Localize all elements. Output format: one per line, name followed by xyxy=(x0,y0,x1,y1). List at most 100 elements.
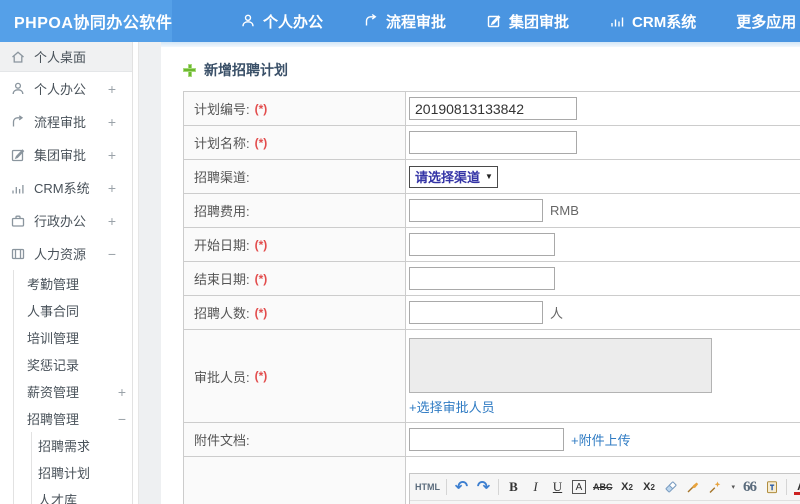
select-approvers-link[interactable]: +选择审批人员 xyxy=(409,397,495,416)
expand-toggle[interactable]: + xyxy=(118,384,126,400)
collapse-toggle[interactable]: − xyxy=(118,411,126,427)
wand-caret-icon[interactable]: ▾ xyxy=(732,483,736,491)
page-body: 个人桌面 个人办公 + 流程审批 + 集团审批 + CRM系统 + 行政办公 +… xyxy=(0,42,800,504)
top-bar: PHPOA协同办公软件 个人办公 流程审批 集团审批 CRM系统 更多应用 xyxy=(0,0,800,42)
sidebar-item-attendance[interactable]: 考勤管理 xyxy=(14,270,132,297)
field-label-cell: 结束日期: (*) xyxy=(184,262,406,295)
required-mark: (*) xyxy=(254,305,268,320)
autotypeset-wand-icon[interactable] xyxy=(708,478,723,497)
sidebar-item-salary[interactable]: 薪资管理 + xyxy=(14,378,132,405)
collapse-toggle[interactable]: − xyxy=(108,246,116,262)
subscript-button[interactable]: X2 xyxy=(642,478,657,497)
font-border-button[interactable]: A xyxy=(572,480,586,494)
field-label-cell: 招聘人数: (*) xyxy=(184,296,406,329)
field-input-cell xyxy=(406,228,800,261)
headcount-input[interactable] xyxy=(409,301,543,324)
field-label-cell: 招聘费用: xyxy=(184,194,406,227)
field-label-cell: 计划编号: (*) xyxy=(184,92,406,125)
sidebar-item-desktop[interactable]: 个人桌面 xyxy=(0,42,132,72)
paste-icon[interactable] xyxy=(764,478,779,497)
approvers-textarea[interactable] xyxy=(409,338,712,393)
field-input-cell xyxy=(406,262,800,295)
expand-toggle[interactable]: + xyxy=(108,213,116,229)
form-row-start-date: 开始日期: (*) xyxy=(184,228,800,262)
nav-crm-system[interactable]: CRM系统 xyxy=(609,11,696,32)
eraser-icon[interactable] xyxy=(664,478,679,497)
toolbar-separator xyxy=(498,479,499,495)
expand-toggle[interactable]: + xyxy=(108,180,116,196)
channel-select[interactable]: 请选择渠道 ▼ xyxy=(409,165,498,188)
field-label: 招聘渠道: xyxy=(194,170,250,185)
page-title-text: 新增招聘计划 xyxy=(204,62,288,78)
underline-button[interactable]: U xyxy=(550,478,565,497)
field-label-cell: 附件文档: xyxy=(184,423,406,456)
format-brush-icon[interactable] xyxy=(686,478,701,497)
sidebar-item-group-approval[interactable]: 集团审批 + xyxy=(0,138,132,171)
attachment-input[interactable] xyxy=(409,428,564,451)
start-date-input[interactable] xyxy=(409,233,555,256)
field-input-cell: HTML ↶ ↷ B I U A ABC X2 X2 ▾ 66 xyxy=(406,457,800,504)
select-caret-icon: ▼ xyxy=(485,172,493,181)
sidebar-item-talent-pool[interactable]: 人才库 xyxy=(32,486,132,504)
fee-unit-label: RMB xyxy=(550,203,579,218)
redo-icon[interactable]: ↷ xyxy=(476,478,491,497)
expand-toggle[interactable]: + xyxy=(108,147,116,163)
sidebar-item-rewards[interactable]: 奖惩记录 xyxy=(14,351,132,378)
blockquote-button[interactable]: 66 xyxy=(742,478,757,497)
sidebar-item-label: 个人桌面 xyxy=(34,50,87,65)
required-mark: (*) xyxy=(254,101,268,116)
field-label: 招聘费用: xyxy=(194,204,250,219)
sidebar-item-recruit-plan[interactable]: 招聘计划 xyxy=(32,459,132,486)
undo-icon[interactable]: ↶ xyxy=(454,478,469,497)
nav-personal-office[interactable]: 个人办公 xyxy=(240,11,323,32)
expand-toggle[interactable]: + xyxy=(108,81,116,97)
superscript-button[interactable]: X2 xyxy=(620,478,635,497)
form-row-plan-no: 计划编号: (*) xyxy=(184,92,800,126)
sidebar-item-label: 集团审批 xyxy=(34,148,87,163)
field-label: 结束日期: xyxy=(194,272,250,287)
nav-group-approval[interactable]: 集团审批 xyxy=(486,11,569,32)
expand-toggle[interactable]: + xyxy=(108,114,116,130)
home-icon xyxy=(10,49,26,65)
sidebar-item-admin-office[interactable]: 行政办公 + xyxy=(0,204,132,237)
form-row-attachment: 附件文档: +附件上传 xyxy=(184,423,800,457)
plan-name-input[interactable] xyxy=(409,131,577,154)
bold-button[interactable]: B xyxy=(506,478,521,497)
sidebar-item-label: 人力资源 xyxy=(34,247,87,262)
field-label-cell: 招聘渠道: xyxy=(184,160,406,193)
fee-input[interactable] xyxy=(409,199,543,222)
attachment-upload-link[interactable]: +附件上传 xyxy=(571,430,631,449)
sidebar-item-training[interactable]: 培训管理 xyxy=(14,324,132,351)
plan-no-input[interactable] xyxy=(409,97,577,120)
sidebar-item-crm[interactable]: CRM系统 + xyxy=(0,171,132,204)
field-input-cell xyxy=(406,92,800,125)
sidebar-item-label: 招聘需求 xyxy=(38,439,91,454)
field-label: 审批人员: xyxy=(194,369,250,385)
sidebar-item-personal-office[interactable]: 个人办公 + xyxy=(0,72,132,105)
layout-gap xyxy=(139,42,161,504)
html-source-button[interactable]: HTML xyxy=(415,479,447,495)
end-date-input[interactable] xyxy=(409,267,555,290)
strikethrough-button[interactable]: ABC xyxy=(593,478,613,497)
sidebar-item-recruit-demand[interactable]: 招聘需求 xyxy=(32,432,132,459)
nav-workflow-approval[interactable]: 流程审批 xyxy=(363,11,446,32)
recruit-submenu: 招聘需求 招聘计划 人才库 xyxy=(31,432,132,504)
sidebar-item-label: 招聘管理 xyxy=(27,412,80,427)
sidebar-item-hr-contract[interactable]: 人事合同 xyxy=(14,297,132,324)
nav-more-apps[interactable]: 更多应用 xyxy=(736,11,800,32)
field-label-cell xyxy=(184,457,406,504)
workflow-icon xyxy=(10,114,26,130)
font-color-button[interactable]: A xyxy=(794,479,800,495)
italic-button[interactable]: I xyxy=(528,478,543,497)
field-label: 附件文档: xyxy=(194,433,250,448)
field-label: 计划编号: xyxy=(194,102,250,117)
sidebar-item-label: 人事合同 xyxy=(27,304,80,319)
form-row-fee: 招聘费用: RMB xyxy=(184,194,800,228)
sidebar-item-recruit-mgmt[interactable]: 招聘管理 − xyxy=(14,405,132,432)
sidebar-item-hr[interactable]: 人力资源 − xyxy=(0,237,132,270)
briefcase-icon xyxy=(10,213,26,229)
form-row-editor: HTML ↶ ↷ B I U A ABC X2 X2 ▾ 66 xyxy=(184,457,800,504)
approval-edit-icon xyxy=(486,13,502,29)
sidebar-item-workflow-approval[interactable]: 流程审批 + xyxy=(0,105,132,138)
form-row-plan-name: 计划名称: (*) xyxy=(184,126,800,160)
